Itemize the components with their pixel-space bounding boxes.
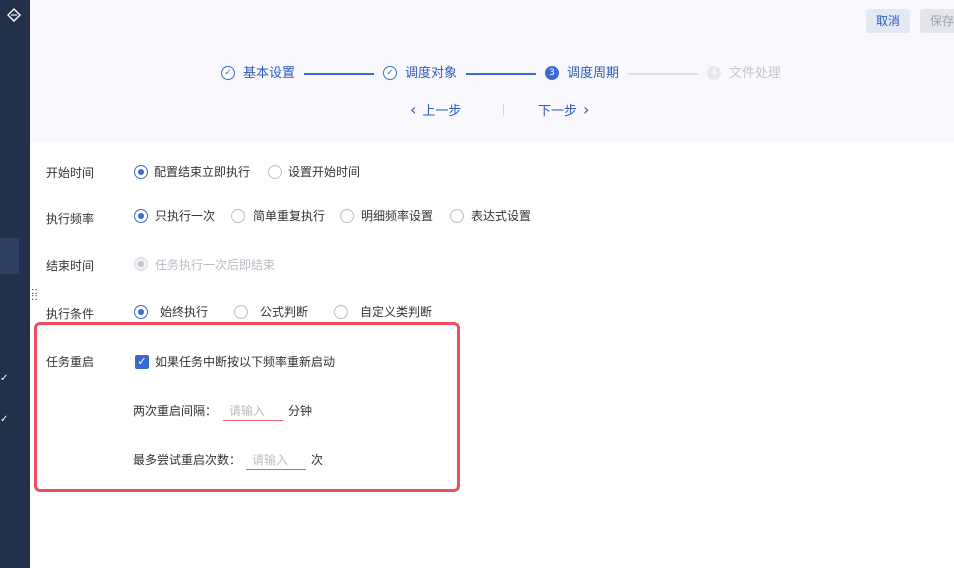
cancel-button[interactable]: 取消 — [866, 9, 910, 33]
start-custom-label[interactable]: 设置开始时间 — [288, 164, 360, 180]
start-time-label: 开始时间 — [46, 166, 95, 180]
step-2-check-icon: ✓ — [383, 66, 397, 80]
sidebar-check-icon[interactable]: ✓ — [0, 414, 10, 426]
sidebar: ✓ ✓ — [0, 0, 30, 568]
end-once-radio — [134, 257, 148, 271]
cond-always-radio[interactable] — [134, 305, 148, 319]
step-3-label[interactable]: 调度周期 — [567, 65, 619, 83]
save-button[interactable]: 保存 — [920, 9, 954, 33]
step-1-check-icon: ✓ — [221, 66, 235, 80]
restart-attempts-unit: 次 — [311, 453, 324, 467]
restart-interval-label: 两次重启间隔： — [133, 404, 218, 418]
frequency-label: 执行频率 — [46, 212, 95, 226]
step-4-number-icon: 4 — [707, 66, 721, 80]
freq-detail-label[interactable]: 明细频率设置 — [361, 208, 433, 224]
step-connector — [304, 73, 374, 75]
step-4-label[interactable]: 文件处理 — [729, 65, 781, 83]
cond-custom-label[interactable]: 自定义类判断 — [360, 304, 432, 320]
end-once-label: 任务执行一次后即结束 — [155, 258, 276, 272]
freq-once-radio[interactable] — [134, 209, 148, 223]
freq-expression-label[interactable]: 表达式设置 — [471, 208, 531, 224]
step-3-number-icon: 3 — [545, 66, 559, 80]
end-time-label: 结束时间 — [46, 259, 95, 273]
start-immediate-label[interactable]: 配置结束立即执行 — [154, 164, 250, 180]
start-immediate-radio[interactable] — [134, 165, 148, 179]
sidebar-check-icon[interactable]: ✓ — [0, 373, 10, 385]
restart-interval-input[interactable] — [223, 401, 283, 421]
prev-step-label: 上一步 — [422, 104, 462, 119]
nav-divider — [503, 104, 504, 116]
next-step-label: 下一步 — [538, 104, 578, 119]
drag-handle-icon[interactable]: :::: — [31, 287, 39, 303]
step-connector — [628, 73, 698, 75]
step-2-label[interactable]: 调度对象 — [405, 65, 457, 83]
next-step-button[interactable]: 下一步 › — [538, 101, 589, 121]
restart-interval-unit: 分钟 — [288, 404, 313, 418]
restart-checkbox-label[interactable]: 如果任务中断按以下频率重新启动 — [155, 354, 335, 370]
cond-custom-radio[interactable] — [334, 305, 348, 319]
cond-always-label[interactable]: 始终执行 — [160, 304, 208, 320]
step-connector — [466, 73, 536, 75]
start-custom-radio[interactable] — [268, 165, 282, 179]
freq-expression-radio[interactable] — [450, 209, 464, 223]
step-1-label[interactable]: 基本设置 — [243, 65, 295, 83]
collapse-icon[interactable] — [6, 8, 22, 24]
freq-once-label[interactable]: 只执行一次 — [155, 208, 215, 224]
prev-step-button[interactable]: ‹ 上一步 — [410, 101, 461, 121]
freq-simple-radio[interactable] — [231, 209, 245, 223]
restart-attempts-label: 最多尝试重启次数： — [133, 453, 242, 467]
sidebar-active-item[interactable] — [0, 238, 19, 274]
chevron-right-icon: › — [583, 100, 590, 119]
chevron-left-icon: ‹ — [410, 100, 417, 119]
cond-formula-radio[interactable] — [234, 305, 248, 319]
freq-detail-radio[interactable] — [340, 209, 354, 223]
restart-attempts-input[interactable] — [246, 450, 306, 470]
restart-label: 任务重启 — [46, 355, 95, 369]
restart-checkbox[interactable]: ✓ — [135, 355, 149, 369]
cond-formula-label[interactable]: 公式判断 — [260, 304, 308, 320]
freq-simple-label[interactable]: 简单重复执行 — [253, 208, 325, 224]
condition-label: 执行条件 — [46, 307, 95, 321]
stepper: ✓ 基本设置 ✓ 调度对象 3 调度周期 4 文件处理 — [0, 64, 954, 84]
